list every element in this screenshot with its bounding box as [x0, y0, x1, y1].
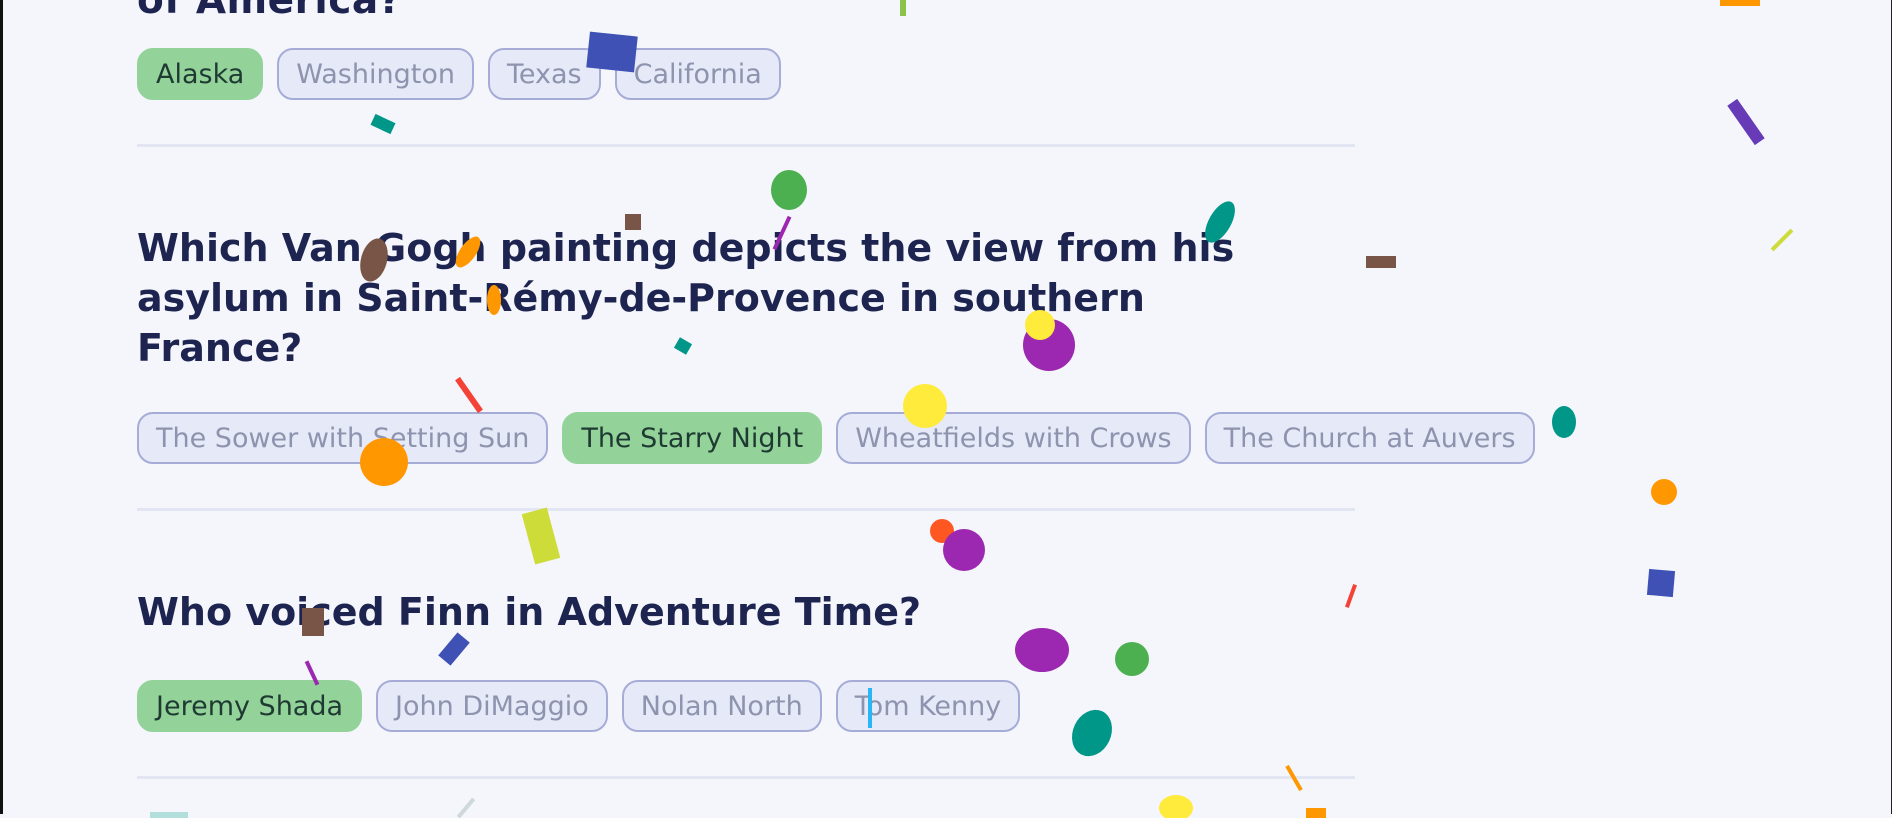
section-divider	[137, 776, 1355, 779]
option-chip[interactable]: The Sower with Setting Sun	[137, 412, 549, 464]
section-divider	[137, 144, 1355, 147]
answer-options: The Sower with Setting Sun The Starry Ni…	[137, 412, 1535, 464]
previous-question-title: of America?	[137, 0, 402, 23]
option-chip[interactable]: Tom Kenny	[835, 680, 1021, 732]
answer-options: Jeremy Shada John DiMaggio Nolan North T…	[137, 680, 1021, 732]
option-chip[interactable]: California	[614, 48, 781, 100]
option-chip-correct[interactable]: Jeremy Shada	[137, 680, 363, 732]
option-chip[interactable]: John DiMaggio	[376, 680, 608, 732]
question-title: Who voiced Finn in Adventure Time?	[137, 590, 922, 634]
option-chip[interactable]: Texas	[487, 48, 601, 100]
option-chip[interactable]: Wheatfields with Crows	[836, 412, 1191, 464]
option-chip-correct[interactable]: The Starry Night	[562, 412, 823, 464]
question-title: Which Van Gogh painting depicts the view…	[137, 226, 1235, 370]
option-chip[interactable]: The Church at Auvers	[1204, 412, 1535, 464]
option-chip[interactable]: Nolan North	[621, 680, 822, 732]
previous-question-options: Alaska Washington Texas California	[137, 48, 781, 100]
option-chip[interactable]: Washington	[277, 48, 474, 100]
option-chip-correct[interactable]: Alaska	[137, 48, 264, 100]
section-divider	[137, 508, 1355, 511]
